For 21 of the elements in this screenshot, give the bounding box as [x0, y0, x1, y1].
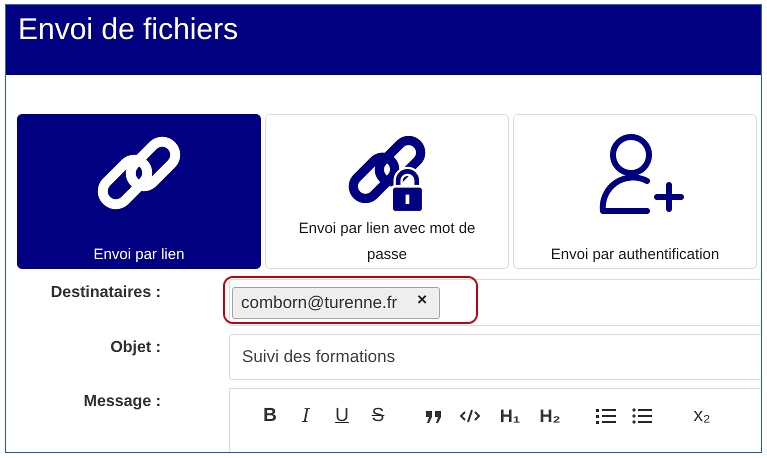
bullet-list-icon	[632, 407, 652, 425]
recipient-email: comborn@turenne.fr	[241, 292, 398, 312]
italic-button[interactable]: I	[288, 403, 324, 429]
ordered-list-icon	[596, 407, 616, 425]
field-label: Objet :	[109, 338, 161, 358]
strike-button[interactable]: S	[360, 403, 396, 429]
page-title: Envoi de fichiers	[18, 13, 238, 46]
code-icon	[460, 407, 480, 425]
field-label: Destinataires :	[50, 283, 161, 303]
underline-button[interactable]: U	[324, 403, 360, 429]
remove-button[interactable]: ×	[417, 290, 428, 316]
bold-button[interactable]: B	[252, 403, 288, 429]
subject-field[interactable]: Suivi des formations	[229, 334, 761, 380]
send-mode-tile[interactable]: Envoi par authentification	[513, 114, 757, 269]
message-editor[interactable]: B I U S H₁ H₂ x₂	[229, 388, 761, 452]
heading-button[interactable]: H₁	[492, 403, 528, 429]
subscript-button[interactable]: x₂	[684, 403, 720, 429]
send-mode-tile[interactable]: Envoi par lien	[17, 114, 261, 269]
field-label: Message :	[82, 392, 161, 412]
heading-button[interactable]: H₂	[532, 403, 568, 429]
send-mode-tile[interactable]: Envoi par lien avec mot de passe	[265, 114, 509, 269]
